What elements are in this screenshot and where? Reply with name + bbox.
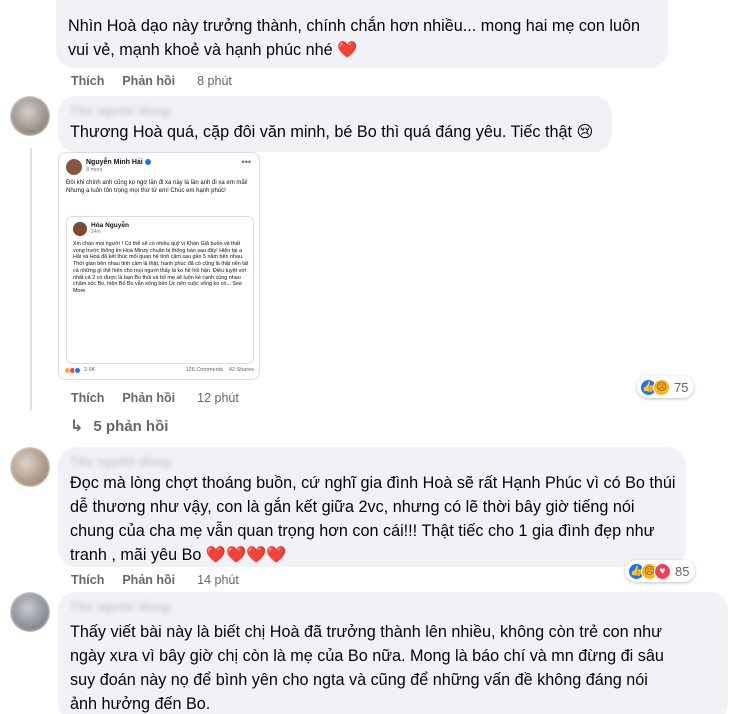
more-icon: ••• (241, 157, 251, 167)
reply-link[interactable]: Phản hồi (122, 391, 175, 405)
comment-bubble: Nhìn Hoà dạo này trưởng thành, chính chắ… (56, 0, 668, 68)
comment-time[interactable]: 12 phút (197, 391, 239, 405)
heart-emojis: ❤️❤️❤️❤️ (205, 546, 287, 564)
comment-actions: Thích Phản hồi 8 phút (71, 72, 232, 90)
comment-actions: Thích Phản hồi 14 phút (71, 571, 239, 589)
comment-actions: Thích Phản hồi 12 phút (71, 389, 239, 407)
attached-screenshot[interactable]: Nguyễn Minh Hải 8 mins ••• Đôi khi chính… (58, 152, 260, 380)
comment-bubble: Tên người dùng Thương Hoà quá, cặp đôi v… (58, 96, 612, 152)
sad-reaction-icon: ☹ (653, 378, 670, 396)
thread-line (30, 148, 32, 410)
comment-text-line: dễ thương như vậy, con là gắn kết giữa 2… (70, 498, 635, 516)
view-replies-link[interactable]: ↳ 5 phản hồi (70, 416, 168, 436)
shared-avatar (73, 222, 87, 236)
reaction-summary[interactable]: 👍 ☹ ♥ 85 (625, 560, 696, 582)
shot-time: 8 mins (86, 167, 103, 173)
comment-bubble: Tên người dùng Đọc mà lòng chợt thoáng b… (58, 447, 686, 567)
like-link[interactable]: Thích (71, 74, 104, 88)
comment-time[interactable]: 14 phút (197, 573, 239, 587)
comment-text-line: Thấy viết bài này là biết chị Hoà đã trư… (70, 623, 663, 641)
comment-author[interactable]: Tên người dùng (70, 454, 170, 469)
shot-reaction-icons (64, 367, 81, 374)
shared-author: Hòa Nguyễn (91, 222, 129, 229)
comment-author[interactable]: Tên người dùng (70, 103, 170, 118)
shared-post: Hòa Nguyễn 24m Xin chào mọi người ! Có t… (66, 216, 254, 364)
avatar[interactable] (10, 592, 50, 632)
comment-text-line: ảnh hưởng đến Bo. (70, 695, 211, 713)
comment-text-line: chung của cha mẹ vẫn quan trọng hơn con … (70, 522, 655, 540)
shot-avatar (66, 159, 82, 175)
sad-emoji: 😢 (576, 123, 594, 141)
comment-time[interactable]: 8 phút (197, 74, 232, 88)
reaction-summary[interactable]: 👍 ☹ 75 (637, 376, 695, 398)
avatar[interactable] (10, 96, 50, 136)
shot-share-count: 42 Shares (228, 367, 254, 373)
shot-author: Nguyễn Minh Hải (86, 159, 143, 166)
comment-bubble: Tên người dùng Thấy viết bài này là biết… (58, 592, 728, 714)
comment-text-line: tranh , mãi yêu Bo (70, 546, 202, 564)
heart-emoji: ❤️ (337, 41, 358, 59)
reaction-count: 75 (674, 379, 689, 395)
like-link[interactable]: Thích (71, 573, 104, 587)
love-reaction-icon: ♥ (654, 562, 671, 580)
reply-arrow-icon: ↳ (70, 418, 84, 435)
shot-comment-count: 126 Comments (185, 367, 223, 373)
shot-footer: 2.6K 126 Comments 42 Shares (64, 367, 254, 374)
verified-icon (144, 159, 151, 166)
reply-link[interactable]: Phản hồi (122, 573, 175, 587)
reply-link[interactable]: Phản hồi (122, 74, 175, 88)
comment-text: Thương Hoà quá, cặp đôi văn minh, bé Bo … (70, 123, 573, 141)
shared-body: Xin chào mọi người ! Có thể sẽ có nhiều … (73, 241, 249, 294)
comment-text-line: suy đoán này nọ để bình yên cho ngta và … (70, 671, 648, 689)
reaction-count: 85 (675, 563, 690, 579)
avatar[interactable] (10, 447, 50, 487)
shared-time: 24m (91, 229, 101, 235)
comment-text-line: Đọc mà lòng chợt thoáng buồn, cứ nghĩ gi… (70, 474, 676, 492)
comment-text-line: ngày xưa vì bây giờ chị còn là mẹ của Bo… (70, 647, 664, 665)
replies-label: 5 phản hồi (93, 417, 169, 435)
shot-post-text: Đôi khi chính anh cũng ko ngờ lần đi xa … (66, 180, 248, 194)
like-link[interactable]: Thích (71, 391, 104, 405)
comment-author[interactable]: Tên người dùng (70, 599, 170, 614)
shot-reaction-count: 2.6K (84, 367, 96, 373)
